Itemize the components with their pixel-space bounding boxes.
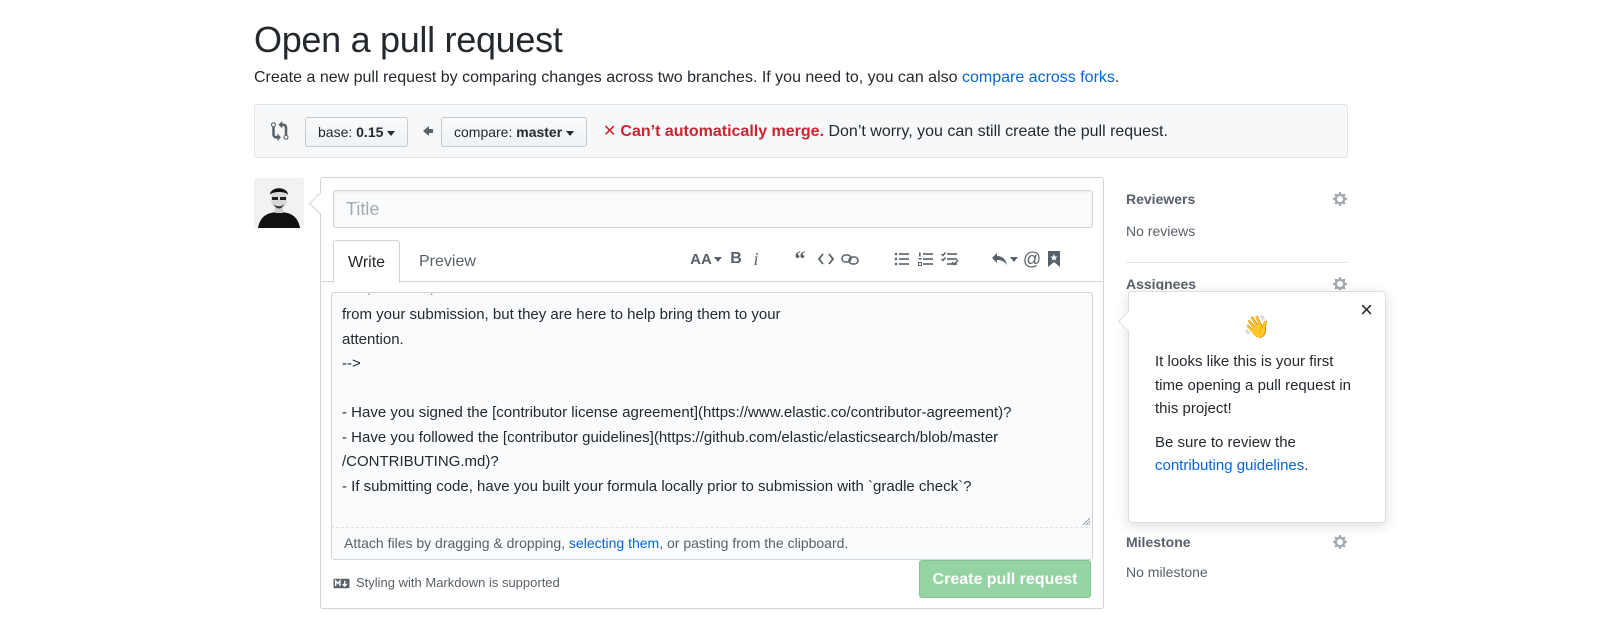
pull-request-body-textarea[interactable]: . . from your submission, but they are h… <box>331 292 1093 528</box>
body-line: /CONTRIBUTING.md)? <box>342 453 499 470</box>
markdown-note: Styling with Markdown is supported <box>356 575 560 590</box>
file-attach-bar[interactable]: Attach files by dragging & dropping, sel… <box>331 528 1093 560</box>
merge-status: ✕ Can’t automatically merge. Don’t worry,… <box>603 121 1168 143</box>
review-text: Be sure to review the <box>1155 433 1296 451</box>
body-line: --> <box>342 355 361 372</box>
sidebar-divider <box>1126 262 1348 263</box>
body-line: ​ <box>342 377 1084 402</box>
gear-icon[interactable] <box>1332 191 1348 207</box>
compare-label: compare: <box>454 124 513 140</box>
milestone-heading: Milestone <box>1126 534 1191 550</box>
branch-range-bar: base: 0.15 compare: master ✕ Can’t automa… <box>254 104 1348 158</box>
reply-icon[interactable] <box>989 248 1019 270</box>
link-icon[interactable] <box>839 248 861 270</box>
title-input[interactable] <box>333 190 1093 228</box>
caret-down-icon <box>566 130 575 136</box>
attach-text: Attach files by dragging & dropping, <box>344 535 569 551</box>
popover-review-note: Be sure to review the contributing guide… <box>1155 431 1359 478</box>
sidebar-reviewers: Reviewers No reviews <box>1126 189 1348 241</box>
body-line: - Have you followed the [contributor gui… <box>342 428 999 446</box>
task-list-icon[interactable] <box>939 248 961 270</box>
assignees-heading: Assignees <box>1126 276 1197 290</box>
git-compare-icon <box>271 121 289 141</box>
mention-icon[interactable]: @ <box>1021 248 1043 270</box>
caret-down-icon <box>387 130 396 136</box>
gear-icon[interactable] <box>1332 534 1348 550</box>
sidebar-milestone: Milestone No milestone <box>1126 532 1348 582</box>
ordered-list-icon[interactable] <box>915 248 937 270</box>
bookmark-icon[interactable] <box>1043 248 1065 270</box>
page-title: Open a pull request <box>254 19 563 60</box>
body-line: attention. <box>342 330 404 348</box>
clipped-line: . . <box>342 293 1084 304</box>
compare-value: master <box>516 124 563 140</box>
close-icon[interactable]: × <box>1360 298 1373 322</box>
tab-preview[interactable]: Preview <box>405 240 490 282</box>
base-value: 0.15 <box>356 124 384 140</box>
create-pull-request-button[interactable]: Create pull request <box>919 560 1091 598</box>
x-icon: ✕ <box>603 123 617 140</box>
subtitle-end: . <box>1114 69 1120 86</box>
reviewers-heading: Reviewers <box>1126 191 1196 207</box>
body-line: from your submission, but they are here … <box>342 306 781 323</box>
italic-icon[interactable]: i <box>745 248 767 270</box>
popover-message: It looks like this is your first time op… <box>1155 353 1351 417</box>
markdown-help[interactable]: Styling with Markdown is supported <box>333 574 560 592</box>
attach-text-end: , or pasting from the clipboard. <box>659 535 849 551</box>
subtitle-text: Create a new pull request by comparing c… <box>254 69 962 86</box>
user-portrait-icon <box>254 178 304 228</box>
contributing-guidelines-link[interactable]: contributing guidelines <box>1155 457 1304 474</box>
compare-across-forks-link[interactable]: compare across forks <box>962 69 1115 86</box>
pull-request-form: Write Preview AA B i “ @ . . from your s… <box>320 177 1104 609</box>
quote-icon[interactable]: “ <box>789 246 811 271</box>
milestone-value: No milestone <box>1126 564 1208 580</box>
text-size-icon[interactable]: AA <box>690 248 722 270</box>
markdown-icon <box>333 578 350 588</box>
resize-grip-icon[interactable] <box>1081 516 1091 526</box>
tab-write[interactable]: Write <box>333 240 401 283</box>
unordered-list-icon[interactable] <box>891 248 913 270</box>
select-files-link[interactable]: selecting them <box>569 535 659 551</box>
first-time-contributor-popover: × 👋 It looks like this is your first tim… <box>1128 291 1386 523</box>
bold-icon[interactable]: B <box>725 248 747 270</box>
reviewers-value: No reviews <box>1126 223 1196 239</box>
page-subtitle: Create a new pull request by comparing c… <box>254 66 1119 90</box>
merge-conflict-text: Can’t automatically merge. <box>620 123 825 140</box>
body-text: from your submission, but they are here … <box>342 303 1084 499</box>
review-end: . <box>1304 457 1309 474</box>
avatar[interactable] <box>254 178 304 228</box>
base-label: base: <box>318 124 353 140</box>
base-branch-select[interactable]: base: 0.15 <box>305 117 409 147</box>
compare-branch-select[interactable]: compare: master <box>441 117 588 147</box>
arrow-left-icon <box>423 126 433 136</box>
body-line: - If submitting code, have you built you… <box>342 477 972 495</box>
code-icon[interactable] <box>815 248 837 270</box>
sidebar-assignees: Assignees <box>1126 274 1348 290</box>
body-line: - Have you signed the [contributor licen… <box>342 404 1012 421</box>
waving-hand-icon: 👋 <box>1243 314 1271 339</box>
gear-icon[interactable] <box>1332 276 1348 290</box>
merge-note: Don’t worry, you can still create the pu… <box>824 123 1168 140</box>
